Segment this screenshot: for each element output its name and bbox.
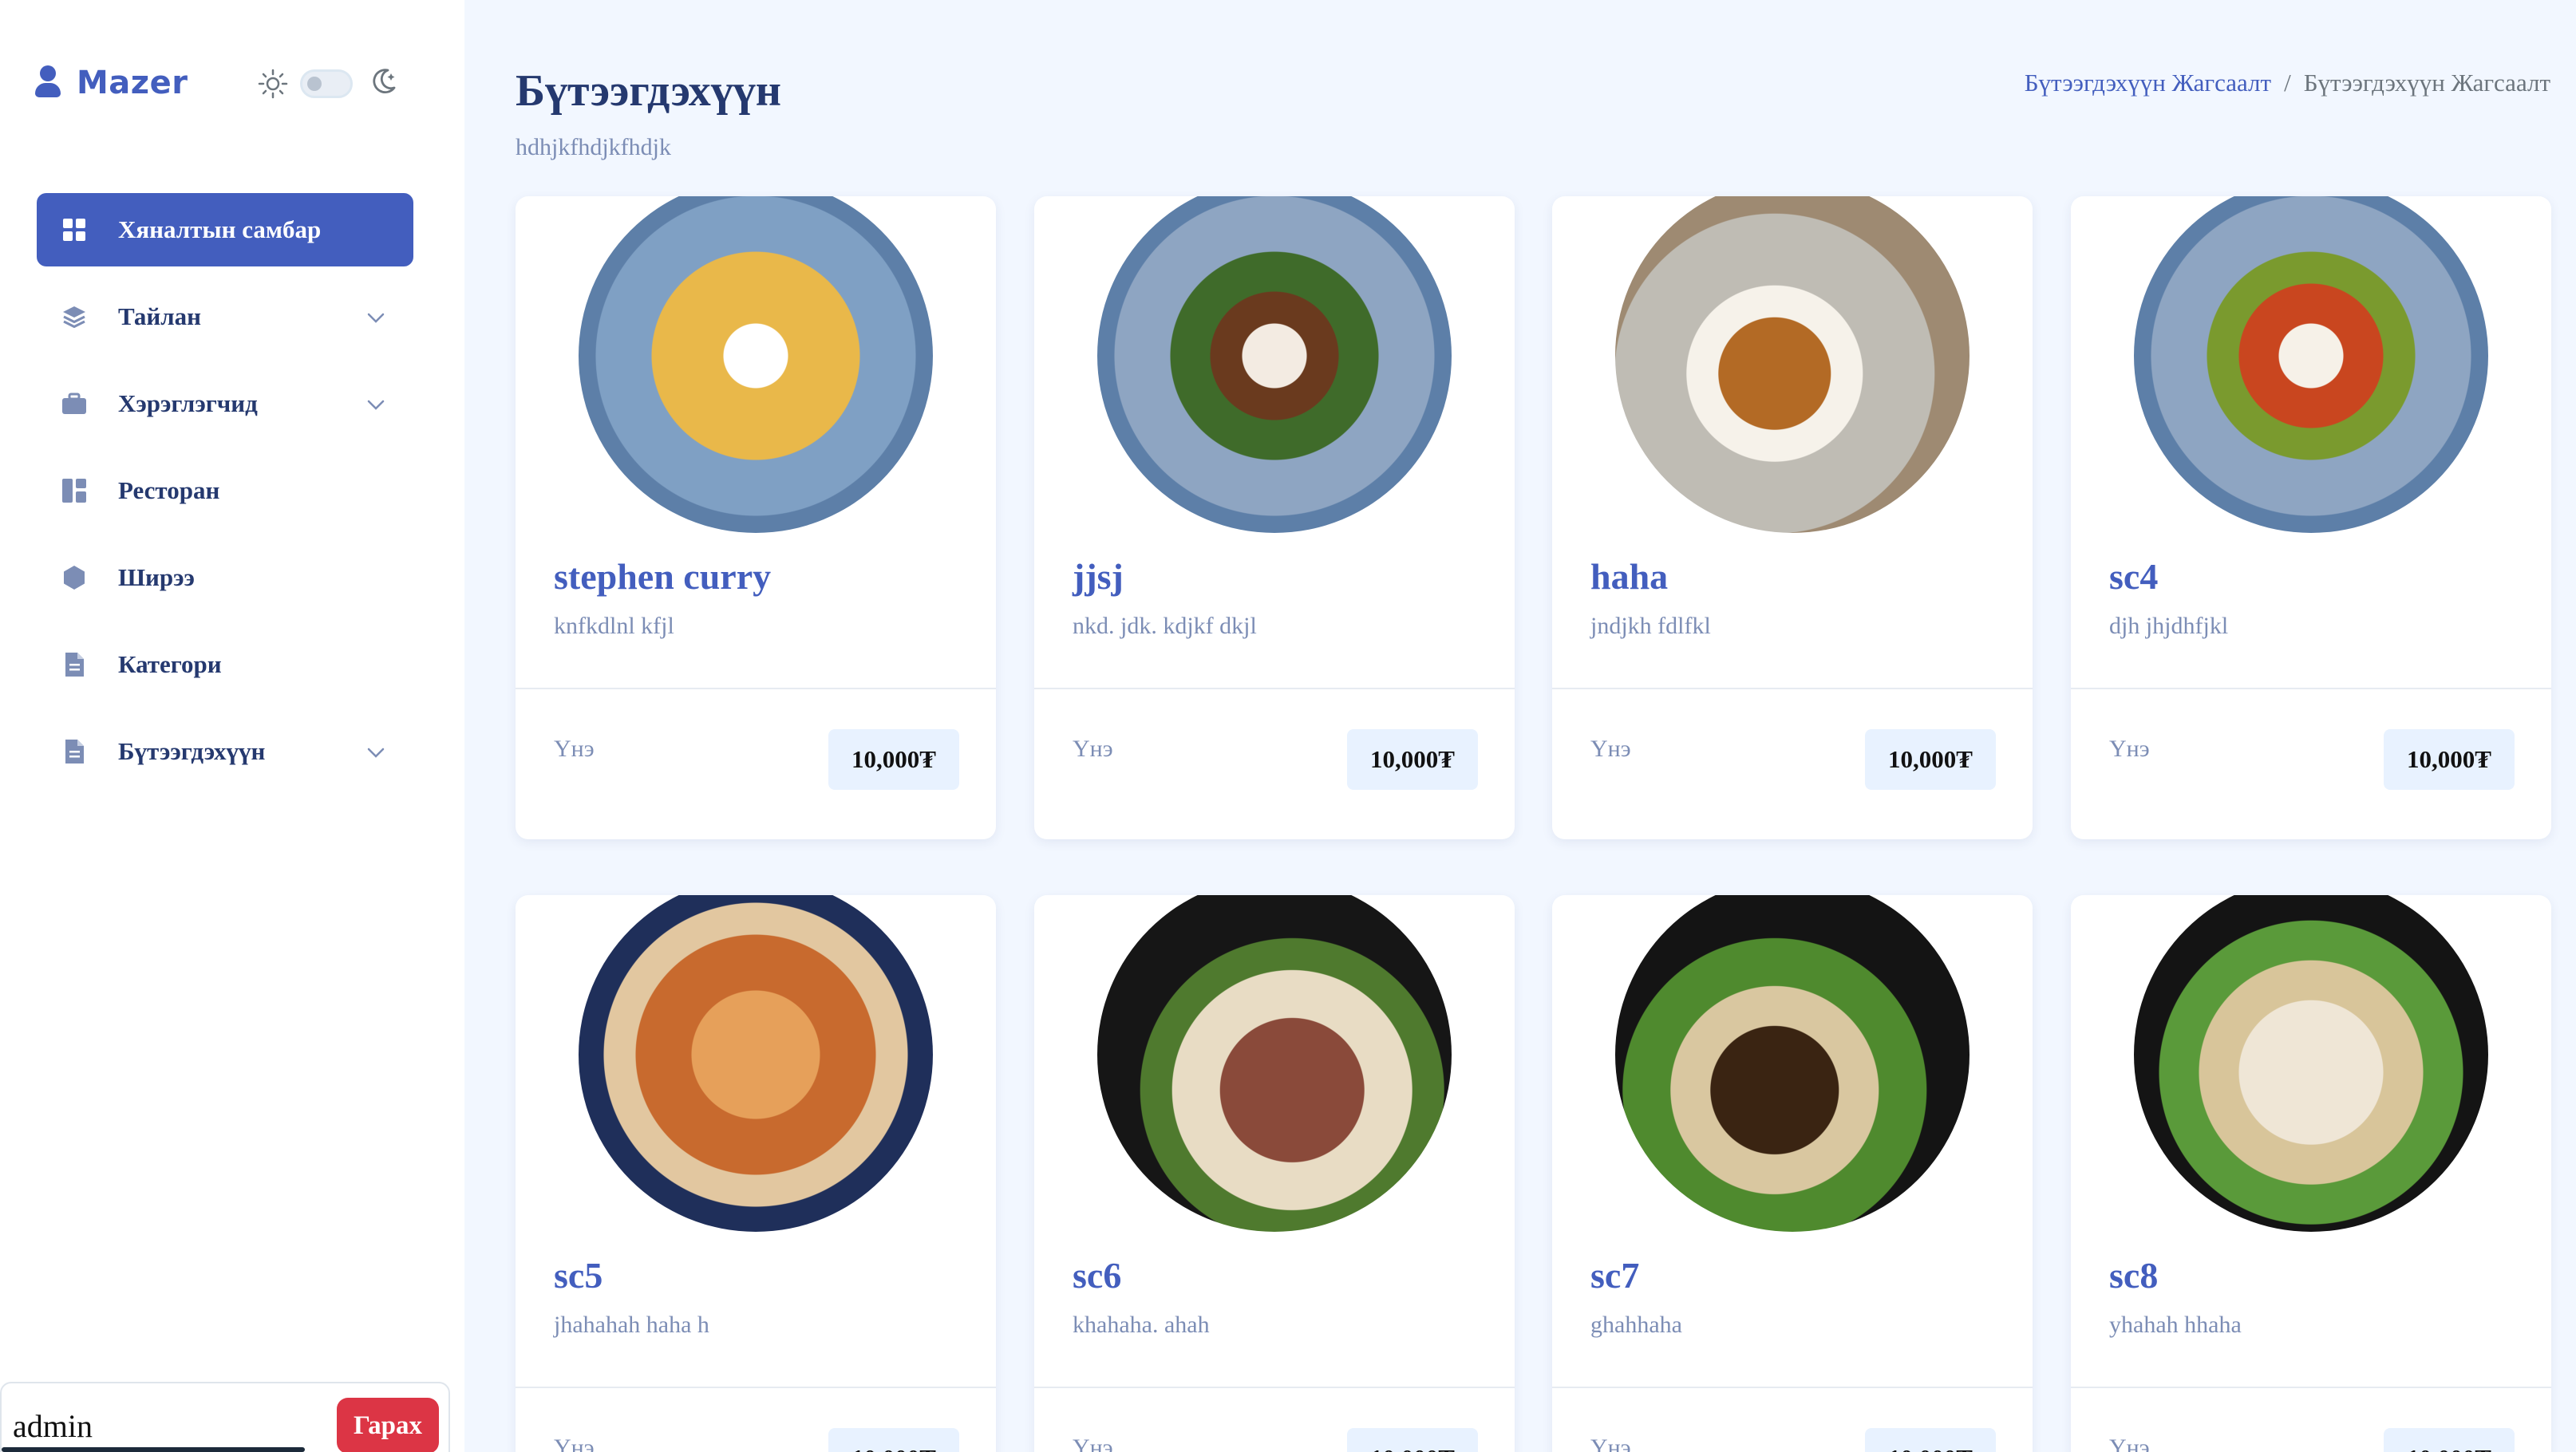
product-image bbox=[2071, 895, 2551, 1232]
product-description: yhahah hhaha bbox=[2109, 1312, 2242, 1338]
card-divider bbox=[2071, 688, 2551, 689]
card-divider bbox=[2071, 1387, 2551, 1388]
price-badge: 10,000₮ bbox=[1865, 729, 1996, 790]
price-label: Үнэ bbox=[554, 736, 595, 762]
price-label: Үнэ bbox=[2109, 1434, 2150, 1452]
sidebar-item-label: Хяналтын самбар bbox=[118, 215, 322, 243]
product-image bbox=[1034, 895, 1515, 1232]
price-badge: 10,000₮ bbox=[1347, 729, 1478, 790]
price-label: Үнэ bbox=[1590, 736, 1631, 762]
product-name[interactable]: haha bbox=[1590, 555, 1668, 598]
chevron-down-icon bbox=[367, 748, 385, 758]
brand[interactable]: Mazer bbox=[35, 61, 188, 105]
sidebar-item-tables[interactable]: Ширээ bbox=[37, 541, 413, 614]
price-label: Үнэ bbox=[1073, 736, 1113, 762]
sidebar-item-products[interactable]: Бүтээгдэхүүн bbox=[37, 715, 413, 788]
sidebar-item-dashboard[interactable]: Хяналтын самбар bbox=[37, 193, 413, 266]
price-label: Үнэ bbox=[1590, 1434, 1631, 1452]
chevron-down-icon bbox=[367, 313, 385, 323]
breadcrumb-separator: / bbox=[2284, 69, 2291, 97]
sidebar-menu: Хяналтын самбар Тайлан Хэрэглэгчид Ресто… bbox=[37, 193, 413, 802]
product-image bbox=[516, 895, 996, 1232]
product-image bbox=[2071, 196, 2551, 533]
breadcrumb: Бүтээгдэхүүн Жагсаалт / Бүтээгдэхүүн Жаг… bbox=[2025, 69, 2550, 97]
product-card[interactable]: sc8 yhahah hhaha Үнэ 10,000₮ bbox=[2071, 895, 2551, 1452]
price-badge: 10,000₮ bbox=[1865, 1428, 1996, 1452]
product-description: jhahahah haha h bbox=[554, 1312, 709, 1338]
sidebar-item-label: Хэрэглэгчид bbox=[118, 389, 258, 417]
breadcrumb-active: Бүтээгдэхүүн Жагсаалт bbox=[2303, 69, 2550, 97]
price-badge: 10,000₮ bbox=[1347, 1428, 1478, 1452]
product-name[interactable]: stephen curry bbox=[554, 555, 771, 598]
price-badge: 10,000₮ bbox=[828, 729, 959, 790]
price-label: Үнэ bbox=[2109, 736, 2150, 762]
card-divider bbox=[516, 1387, 996, 1388]
logout-button[interactable]: Гарах bbox=[337, 1398, 439, 1452]
product-name[interactable]: sc5 bbox=[554, 1254, 603, 1296]
product-name[interactable]: sc4 bbox=[2109, 555, 2158, 598]
username: admin bbox=[13, 1408, 93, 1444]
product-description: djh jhjdhfjkl bbox=[2109, 613, 2229, 639]
grid-icon bbox=[61, 216, 88, 243]
chevron-down-icon bbox=[367, 400, 385, 410]
user-bar: admin Гарах bbox=[0, 1382, 450, 1452]
price-badge: 10,000₮ bbox=[2384, 1428, 2515, 1452]
product-image bbox=[1552, 895, 2033, 1232]
page-subtitle: hdhjkfhdjkfhdjk bbox=[516, 134, 671, 160]
theme-switch[interactable] bbox=[300, 69, 353, 98]
page-title: Бүтээгдэхүүн bbox=[516, 66, 781, 116]
sidebar-item-label: Тайлан bbox=[118, 302, 202, 330]
product-card[interactable]: sc5 jhahahah haha h Үнэ 10,000₮ bbox=[516, 895, 996, 1452]
product-description: jndjkh fdlfkl bbox=[1590, 613, 1711, 639]
sidebar-item-label: Ресторан bbox=[118, 476, 220, 504]
product-description: knfkdlnl kfjl bbox=[554, 613, 674, 639]
product-card[interactable]: haha jndjkh fdlfkl Үнэ 10,000₮ bbox=[1552, 196, 2033, 839]
product-card[interactable]: sc4 djh jhjdhfjkl Үнэ 10,000₮ bbox=[2071, 196, 2551, 839]
product-image bbox=[1034, 196, 1515, 533]
price-badge: 10,000₮ bbox=[828, 1428, 959, 1452]
product-name[interactable]: sc6 bbox=[1073, 1254, 1121, 1296]
document-icon bbox=[61, 738, 88, 765]
sidebar-item-label: Бүтээгдэхүүн bbox=[118, 737, 266, 765]
product-description: khahaha. ahah bbox=[1073, 1312, 1210, 1338]
breadcrumb-link[interactable]: Бүтээгдэхүүн Жагсаалт bbox=[2025, 69, 2271, 97]
product-image bbox=[1552, 196, 2033, 533]
product-card[interactable]: sc7 ghahhaha Үнэ 10,000₮ bbox=[1552, 895, 2033, 1452]
product-card[interactable]: stephen curry knfkdlnl kfjl Үнэ 10,000₮ bbox=[516, 196, 996, 839]
layout-icon bbox=[61, 477, 88, 504]
product-description: nkd. jdk. kdjkf dkjl bbox=[1073, 613, 1257, 639]
sidebar: Mazer Хяналтын самбар Тайлан Хэрэглэгчид… bbox=[0, 0, 464, 1452]
card-divider bbox=[516, 688, 996, 689]
price-label: Үнэ bbox=[1073, 1434, 1113, 1452]
layers-icon bbox=[61, 303, 88, 330]
product-card[interactable]: jjsj nkd. jdk. kdjkf dkjl Үнэ 10,000₮ bbox=[1034, 196, 1515, 839]
briefcase-icon bbox=[61, 390, 88, 417]
product-name[interactable]: sc7 bbox=[1590, 1254, 1639, 1296]
document-icon bbox=[61, 651, 88, 678]
sidebar-item-reports[interactable]: Тайлан bbox=[37, 280, 413, 353]
card-divider bbox=[1034, 1387, 1515, 1388]
card-divider bbox=[1034, 688, 1515, 689]
price-badge: 10,000₮ bbox=[2384, 729, 2515, 790]
hexagon-icon bbox=[61, 564, 88, 591]
user-icon bbox=[35, 65, 61, 101]
sidebar-item-restaurant[interactable]: Ресторан bbox=[37, 454, 413, 527]
user-bar-underline bbox=[2, 1447, 305, 1452]
brand-name[interactable]: Mazer bbox=[77, 65, 188, 101]
product-card[interactable]: sc6 khahaha. ahah Үнэ 10,000₮ bbox=[1034, 895, 1515, 1452]
card-divider bbox=[1552, 1387, 2033, 1388]
product-name[interactable]: jjsj bbox=[1073, 555, 1124, 598]
moon-icon bbox=[367, 65, 399, 101]
product-description: ghahhaha bbox=[1590, 1312, 1682, 1338]
sidebar-item-users[interactable]: Хэрэглэгчид bbox=[37, 367, 413, 440]
card-divider bbox=[1552, 688, 2033, 689]
sidebar-item-category[interactable]: Категори bbox=[37, 628, 413, 701]
sidebar-item-label: Категори bbox=[118, 650, 222, 678]
sidebar-item-label: Ширээ bbox=[118, 563, 195, 591]
price-label: Үнэ bbox=[554, 1434, 595, 1452]
sun-icon bbox=[257, 68, 289, 100]
product-image bbox=[516, 196, 996, 533]
theme-toggle bbox=[257, 65, 399, 101]
product-name[interactable]: sc8 bbox=[2109, 1254, 2158, 1296]
